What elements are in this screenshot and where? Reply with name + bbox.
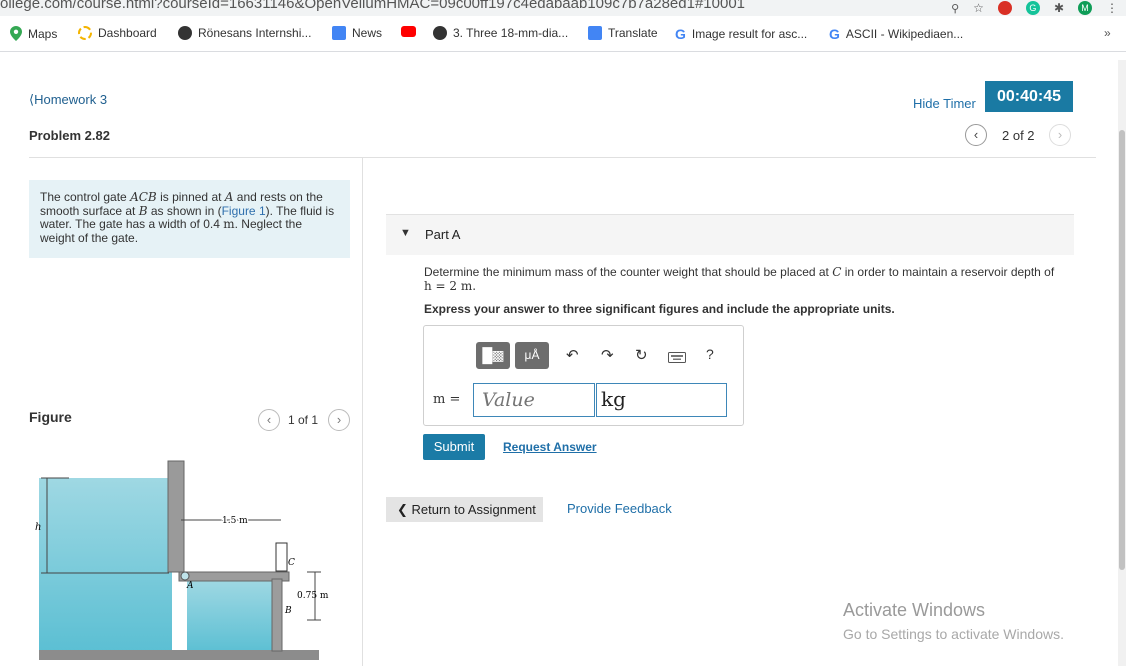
bookmark-image-result[interactable]: G Image result for asc...	[675, 26, 807, 42]
back-link-label: Homework 3	[34, 92, 108, 107]
chevron-right-icon: ›	[336, 412, 342, 427]
maps-pin-icon	[10, 26, 22, 41]
chevron-left-icon: ‹	[266, 412, 272, 427]
bookmark-maps[interactable]: Maps	[10, 26, 57, 41]
dam-wall	[167, 460, 185, 573]
timer-display: 00:40:45	[985, 81, 1073, 112]
previous-problem-button[interactable]: ‹	[965, 124, 987, 146]
problem-title: Problem 2.82	[29, 128, 110, 143]
bookmark-label: Dashboard	[98, 26, 157, 40]
extensions-puzzle-icon[interactable]: ✱	[1054, 1, 1064, 15]
bookmark-three-18mm[interactable]: 3. Three 18-mm-dia...	[433, 26, 568, 40]
downstream-water	[187, 580, 277, 653]
divider	[29, 157, 1096, 158]
bookmark-label: ASCII - Wikipediaen...	[845, 27, 964, 41]
bookmark-dashboard[interactable]: Dashboard	[78, 26, 157, 40]
part-title: Part A	[425, 227, 461, 242]
column-divider	[362, 157, 363, 666]
bookmark-news[interactable]: News	[332, 26, 382, 40]
units-field[interactable]: kg	[596, 383, 727, 417]
variable-label: m =	[433, 392, 461, 407]
figure-previous-button[interactable]: ‹	[258, 409, 280, 431]
gate-figure: h A B C 1.5 m 0.75 m	[35, 460, 329, 660]
redo-icon[interactable]: ↷	[601, 346, 614, 364]
reset-icon[interactable]: ↻	[635, 346, 648, 364]
zoom-icon[interactable]: ⚲	[951, 2, 959, 15]
globe-icon	[433, 26, 447, 40]
back-to-homework-link[interactable]: ⟨Homework 3	[29, 92, 107, 108]
problem-statement: The control gate ACB is pinned at A and …	[29, 180, 350, 258]
chevron-right-icon: ›	[1057, 127, 1063, 142]
gate-leg	[271, 578, 283, 652]
question-text: Determine the minimum mass of the counte…	[424, 265, 1055, 293]
bookmarks-bar: Maps Dashboard Rönesans Internshi... New…	[0, 16, 1126, 52]
menu-kebab-icon[interactable]: ⋮	[1106, 1, 1118, 15]
units-button[interactable]: μÅ	[515, 342, 549, 369]
bookmarks-overflow-button[interactable]: »	[1104, 26, 1111, 40]
answer-box: █▩ μÅ ↶ ↷ ↻ ? m = kg	[423, 325, 744, 426]
dashboard-ring-icon	[78, 26, 92, 40]
return-to-assignment-button[interactable]: ❮ Return to Assignment	[386, 497, 543, 522]
keyboard-icon[interactable]	[668, 350, 686, 367]
label-c: C	[288, 558, 295, 568]
star-icon[interactable]: ☆	[973, 1, 984, 15]
bookmark-label: Maps	[28, 26, 58, 41]
bookmark-label: Image result for asc...	[691, 27, 808, 41]
extension-red-icon[interactable]	[997, 1, 1012, 15]
provide-feedback-link[interactable]: Provide Feedback	[567, 501, 672, 516]
caret-down-icon[interactable]: ▼	[400, 227, 411, 239]
label-b: B	[284, 606, 292, 616]
google-news-icon	[332, 26, 346, 40]
figure-label: Figure	[29, 409, 72, 425]
youtube-icon	[401, 26, 416, 37]
label-height: 0.75 m	[297, 591, 329, 601]
request-answer-link[interactable]: Request Answer	[503, 440, 597, 454]
label-h: h	[35, 522, 41, 533]
browser-toolbar-icons: ⚲ ☆ G ✱ M ⋮	[951, 0, 1126, 16]
submit-button[interactable]: Submit	[423, 434, 485, 460]
bookmark-youtube[interactable]	[401, 26, 416, 37]
google-g-icon: G	[829, 26, 840, 42]
problem-position: 2 of 2	[1002, 128, 1035, 143]
reservoir-water	[39, 478, 172, 653]
figure-next-button[interactable]: ›	[328, 409, 350, 431]
activate-windows-title: Activate Windows	[843, 600, 986, 620]
figure-position: 1 of 1	[288, 413, 319, 427]
hide-timer-link[interactable]: Hide Timer	[913, 96, 976, 111]
bookmark-label: 3. Three 18-mm-dia...	[453, 26, 569, 40]
part-a-header[interactable]	[386, 214, 1074, 255]
bookmark-label: Translate	[608, 26, 658, 40]
label-width: 1.5 m	[222, 516, 248, 526]
activate-windows-subtitle: Go to Settings to activate Windows.	[843, 626, 1064, 642]
value-input[interactable]	[473, 383, 595, 417]
bookmark-ronesans[interactable]: Rönesans Internshi...	[178, 26, 311, 40]
return-label: Return to Assignment	[411, 502, 536, 517]
counterweight	[275, 542, 288, 572]
help-button[interactable]: ?	[706, 346, 714, 362]
bookmark-label: News	[352, 26, 383, 40]
google-g-icon: G	[675, 26, 686, 42]
instruction-text: Express your answer to three significant…	[424, 302, 895, 316]
bookmark-translate[interactable]: Translate	[588, 26, 658, 40]
bookmark-ascii[interactable]: G ASCII - Wikipediaen...	[829, 26, 963, 42]
figure-link[interactable]: Figure 1	[222, 204, 266, 218]
url-text[interactable]: ollege.com/course.html?courseId=16631146…	[0, 0, 745, 12]
globe-icon	[178, 26, 192, 40]
templates-icon: █▩	[482, 347, 504, 363]
chevron-left-icon: ❮	[397, 502, 412, 517]
templates-button[interactable]: █▩	[476, 342, 510, 369]
label-a: A	[186, 581, 194, 591]
scrollbar-thumb[interactable]	[1119, 130, 1125, 570]
next-problem-button[interactable]: ›	[1049, 124, 1071, 146]
address-bar[interactable]: ollege.com/course.html?courseId=16631146…	[0, 0, 1126, 16]
grammarly-icon[interactable]: G	[1025, 1, 1040, 15]
google-translate-icon	[588, 26, 602, 40]
profile-avatar[interactable]: M	[1078, 1, 1092, 15]
undo-icon[interactable]: ↶	[566, 346, 579, 364]
bookmark-label: Rönesans Internshi...	[198, 26, 312, 40]
pin-a	[180, 571, 190, 581]
chevron-left-icon: ‹	[973, 127, 979, 142]
